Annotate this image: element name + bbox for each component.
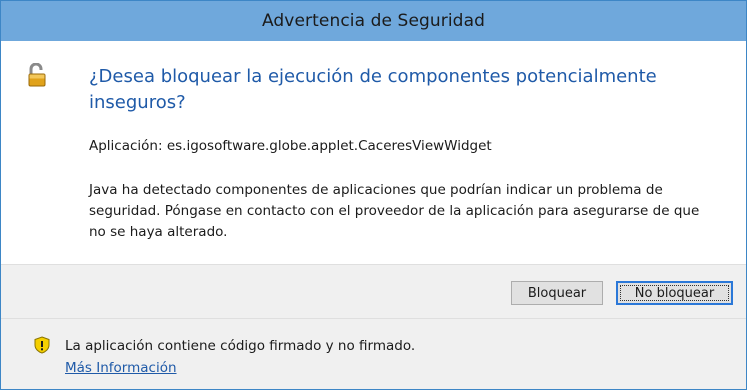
more-info-link[interactable]: Más Información xyxy=(65,360,177,376)
no-block-button[interactable]: No bloquear xyxy=(616,281,733,305)
block-button[interactable]: Bloquear xyxy=(511,281,603,305)
dialog-footer: La aplicación contiene código firmado y … xyxy=(1,318,746,389)
signed-unsigned-warning: La aplicación contiene código firmado y … xyxy=(65,338,416,354)
window-title: Advertencia de Seguridad xyxy=(261,11,485,31)
unlocked-padlock-icon xyxy=(27,62,47,87)
button-bar: Bloquear No bloquear xyxy=(1,264,746,318)
dialog-heading: ¿Desea bloquear la ejecución de componen… xyxy=(89,66,657,113)
warning-description: Java ha detectado componentes de aplicac… xyxy=(89,182,700,240)
warning-shield-icon xyxy=(33,336,51,354)
focus-rectangle xyxy=(620,285,729,301)
dialog-content: ¿Desea bloquear la ejecución de componen… xyxy=(1,41,746,264)
security-warning-dialog: Advertencia de Seguridad ¿Desea bloquear… xyxy=(0,0,747,390)
title-bar[interactable]: Advertencia de Seguridad xyxy=(1,1,746,41)
application-name: Aplicación: es.igosoftware.globe.applet.… xyxy=(89,138,492,154)
